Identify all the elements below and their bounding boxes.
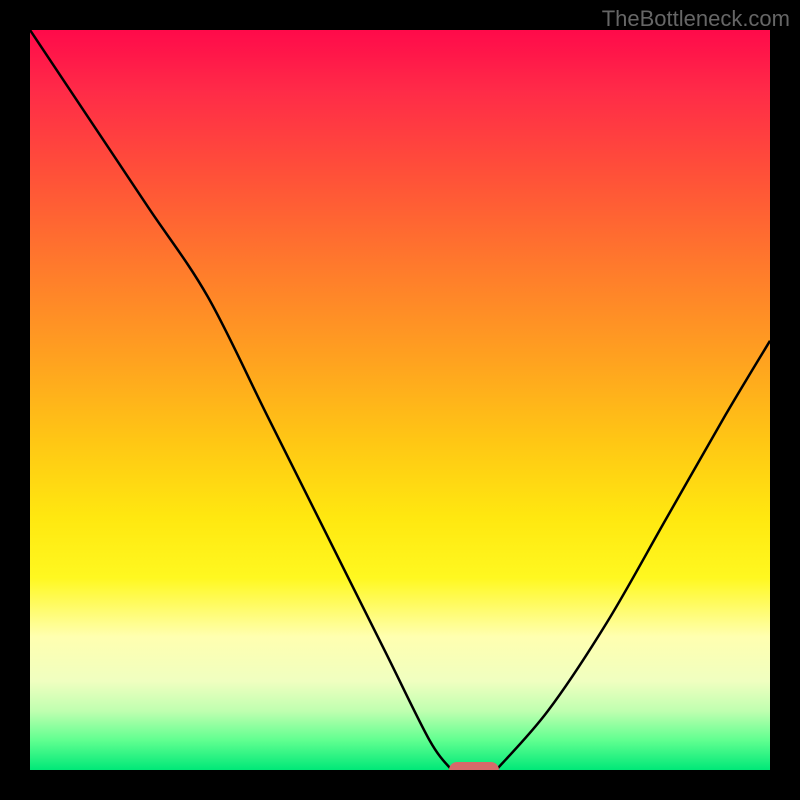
optimal-marker xyxy=(449,762,499,770)
right-curve-line xyxy=(496,341,770,770)
chart-plot-area xyxy=(30,30,770,770)
left-curve-line xyxy=(30,30,452,770)
watermark-label: TheBottleneck.com xyxy=(602,6,790,32)
chart-curve-svg xyxy=(30,30,770,770)
